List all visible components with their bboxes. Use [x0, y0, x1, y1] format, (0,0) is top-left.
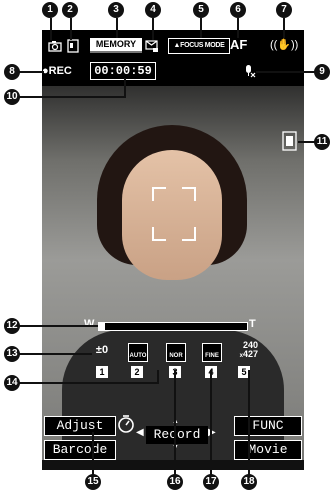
rotate-icon — [282, 130, 298, 152]
rec-indicator: ●REC — [42, 65, 72, 77]
callout-17: 17 — [203, 474, 219, 490]
callout-11: 11 — [314, 134, 330, 150]
callout-line-14b — [157, 370, 159, 384]
white-balance-icon: AUTO — [128, 343, 148, 362]
recording-timer: 00:00:59 — [90, 62, 156, 80]
memory-indicator: MEMORY — [90, 38, 142, 53]
callout-8: 8 — [4, 64, 20, 80]
scene-mode-label: NOR — [169, 353, 183, 359]
adjust-softkey[interactable]: Adjust — [44, 416, 116, 436]
zoom-slider-thumb[interactable] — [99, 323, 105, 330]
callout-9: 9 — [314, 64, 330, 80]
callout-line-10b — [124, 78, 126, 98]
zoom-wide-label: W — [84, 318, 95, 330]
exposure-value: ±0 — [95, 344, 109, 356]
mail-icon — [145, 40, 159, 53]
shake-reduction-icon: ((✋)) — [270, 39, 299, 51]
callout-line-3 — [116, 18, 118, 38]
focus-bracket-tl — [152, 187, 166, 201]
func-softkey[interactable]: FUNC — [234, 416, 302, 436]
callout-line-15 — [92, 432, 94, 478]
callout-line-7 — [283, 18, 285, 38]
callout-line-14 — [18, 382, 158, 384]
self-timer-icon — [116, 414, 136, 434]
callout-3: 3 — [108, 2, 124, 18]
storage-icon — [67, 39, 79, 53]
callout-line-10 — [18, 96, 126, 98]
zoom-tele-label: T — [249, 318, 256, 330]
image-size-indicator: 240 x427 — [230, 341, 258, 361]
callout-line-6 — [237, 18, 239, 38]
callout-15: 15 — [85, 474, 101, 490]
record-softkey[interactable]: Record — [146, 426, 208, 444]
phone-camera-diagram: { "top_bar": { "memory_label": "MEMORY",… — [0, 0, 330, 492]
key-number-2: 2 — [131, 366, 143, 378]
callout-6: 6 — [230, 2, 246, 18]
callout-line-16 — [174, 370, 176, 478]
scene-mode-icon: NOR — [166, 343, 186, 362]
focus-bracket-bl — [152, 227, 166, 241]
focus-mode-indicator: ▲FOCUS MODE — [168, 38, 230, 54]
key-number-1: 1 — [96, 366, 108, 378]
callout-2: 2 — [62, 2, 78, 18]
quality-label: FINE — [205, 353, 219, 359]
quality-icon: FINE — [202, 343, 222, 362]
callout-4: 4 — [145, 2, 161, 18]
size-bottom: 427 — [242, 349, 258, 359]
camera-icon — [48, 40, 62, 52]
callout-16: 16 — [167, 474, 183, 490]
mic-mute-icon — [242, 64, 256, 78]
focus-bracket-tr — [182, 187, 196, 201]
callout-13: 13 — [4, 346, 20, 362]
callout-10: 10 — [4, 89, 20, 105]
rec-label: REC — [48, 65, 72, 77]
focus-bracket-br — [182, 227, 196, 241]
callout-line-1 — [50, 18, 52, 40]
movie-softkey[interactable]: Movie — [234, 440, 302, 460]
subject-face — [122, 150, 222, 280]
callout-line-18 — [248, 370, 250, 478]
callout-line-5 — [200, 18, 202, 38]
callout-line-12 — [18, 325, 98, 327]
barcode-softkey[interactable]: Barcode — [44, 440, 116, 460]
white-balance-label: AUTO — [129, 353, 147, 359]
callout-line-4 — [152, 18, 154, 40]
callout-7: 7 — [276, 2, 292, 18]
callout-line-9 — [256, 71, 316, 73]
callout-14: 14 — [4, 375, 20, 391]
zoom-slider[interactable] — [98, 322, 248, 331]
callout-line-13 — [18, 353, 92, 355]
callout-5: 5 — [193, 2, 209, 18]
left-arrow-icon: ◀ — [136, 427, 144, 438]
callout-18: 18 — [241, 474, 257, 490]
af-indicator: AF — [230, 37, 248, 52]
focus-mode-label: FOCUS MODE — [180, 42, 225, 49]
callout-1: 1 — [42, 2, 58, 18]
callout-line-2 — [70, 18, 72, 40]
callout-line-17 — [210, 370, 212, 478]
callout-line-8 — [18, 71, 44, 73]
callout-12: 12 — [4, 318, 20, 334]
